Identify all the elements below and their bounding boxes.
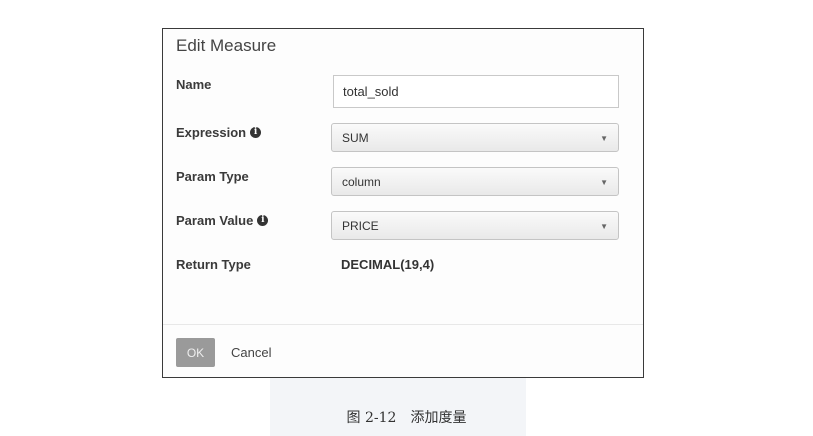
return-type-value: DECIMAL(19,4) bbox=[341, 257, 435, 272]
edit-measure-dialog: Edit Measure Name Expression i SUM ▼ Par… bbox=[162, 28, 644, 378]
param-type-label: Param Type bbox=[176, 169, 249, 184]
param-value-label-text: Param Value bbox=[176, 213, 254, 228]
param-value-label: Param Value i bbox=[176, 213, 269, 228]
figure-caption: 图 2-12 添加度量 bbox=[346, 410, 467, 426]
expression-selected-value: SUM bbox=[342, 130, 369, 145]
param-value-select[interactable]: PRICE ▼ bbox=[331, 211, 619, 240]
name-label-text: Name bbox=[176, 77, 212, 92]
ok-button[interactable]: OK bbox=[176, 338, 215, 367]
param-type-select[interactable]: column ▼ bbox=[331, 167, 619, 196]
info-icon[interactable]: i bbox=[257, 215, 269, 226]
dropdown-arrow-icon: ▼ bbox=[600, 222, 608, 231]
return-type-label-text: Return Type bbox=[176, 257, 251, 272]
param-value-selected-value: PRICE bbox=[342, 218, 379, 233]
expression-label: Expression i bbox=[176, 125, 262, 140]
dropdown-arrow-icon: ▼ bbox=[600, 134, 608, 143]
dropdown-arrow-icon: ▼ bbox=[600, 178, 608, 187]
name-label: Name bbox=[176, 77, 211, 92]
expression-select[interactable]: SUM ▼ bbox=[331, 123, 619, 152]
footer-divider bbox=[163, 324, 643, 325]
cancel-button[interactable]: Cancel bbox=[231, 345, 271, 360]
dialog-title: Edit Measure bbox=[176, 36, 277, 55]
name-input[interactable] bbox=[333, 75, 619, 108]
return-type-label: Return Type bbox=[176, 257, 251, 272]
expression-label-text: Expression bbox=[176, 125, 247, 140]
param-type-label-text: Param Type bbox=[176, 169, 249, 184]
info-icon[interactable]: i bbox=[250, 127, 262, 138]
param-type-selected-value: column bbox=[342, 174, 381, 189]
